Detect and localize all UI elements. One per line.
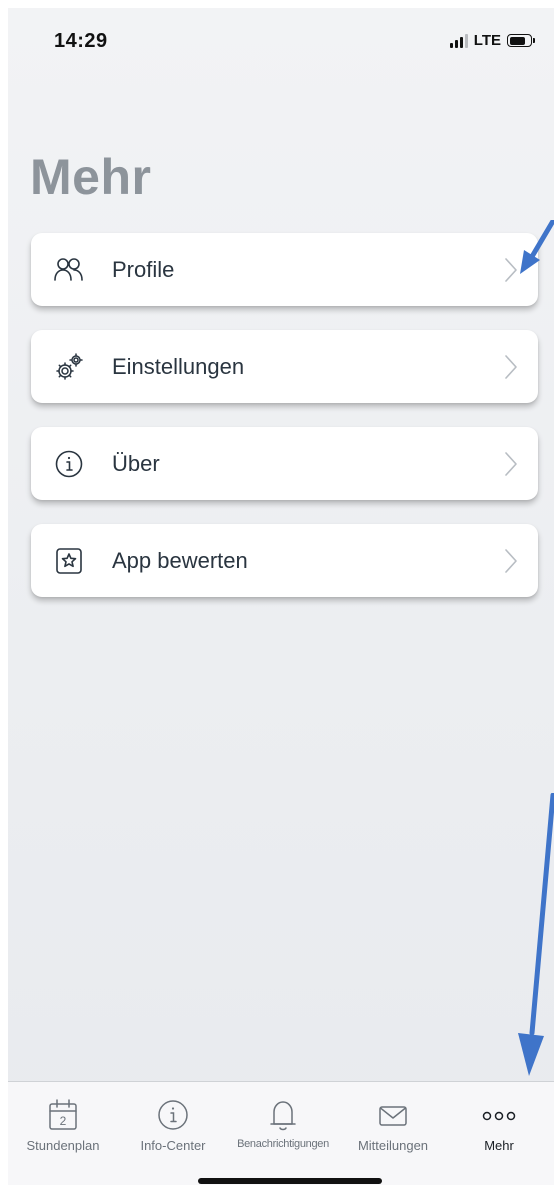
network-type: LTE xyxy=(473,32,501,49)
tab-label: Stundenplan xyxy=(26,1138,100,1153)
page-title: Mehr xyxy=(30,149,152,205)
menu-item-label: App bewerten xyxy=(112,547,248,573)
tab-label: Mehr xyxy=(484,1138,514,1153)
mail-icon xyxy=(379,1106,407,1126)
signal-strength-icon xyxy=(449,33,468,48)
calendar-day: 2 xyxy=(60,1114,67,1128)
menu-item-label: Einstellungen xyxy=(112,353,245,379)
bell-icon xyxy=(270,1101,296,1131)
more-menu-list: Profile Einstellungen Über App bewerten xyxy=(31,233,538,621)
battery-icon xyxy=(507,34,535,47)
calendar-icon: 2 xyxy=(49,1099,77,1130)
tab-benachrichtigungen[interactable]: Benachrichtigungen xyxy=(228,1098,338,1150)
menu-item-profile[interactable]: Profile xyxy=(31,233,538,306)
chevron-right-icon xyxy=(505,257,517,282)
tab-label: Info-Center xyxy=(140,1138,206,1153)
tab-mitteilungen[interactable]: Mitteilungen xyxy=(338,1098,448,1153)
menu-item-settings[interactable]: Einstellungen xyxy=(31,330,538,403)
info-icon xyxy=(53,448,85,480)
status-bar: 14:29 LTE xyxy=(8,8,554,78)
status-time: 14:29 xyxy=(54,30,108,52)
chevron-right-icon xyxy=(505,354,517,379)
more-dots-icon xyxy=(482,1111,516,1121)
tab-info-center[interactable]: Info-Center xyxy=(118,1098,228,1153)
chevron-right-icon xyxy=(505,451,517,476)
menu-item-label: Über xyxy=(112,450,160,476)
tab-label: Mitteilungen xyxy=(357,1138,429,1153)
chevron-right-icon xyxy=(505,548,517,573)
menu-item-label: Profile xyxy=(112,256,175,282)
tab-mehr[interactable]: Mehr xyxy=(444,1098,554,1153)
tab-bar: 2 Stundenplan Info-Center Benachrichtigu… xyxy=(8,1081,554,1185)
star-rating-icon xyxy=(53,545,85,577)
tab-label: Benachrichtigungen xyxy=(237,1138,329,1150)
profiles-icon xyxy=(53,254,85,286)
menu-item-rate-app[interactable]: App bewerten xyxy=(31,524,538,597)
annotation-arrow-more-tab xyxy=(518,793,554,1076)
menu-item-about[interactable]: Über xyxy=(31,427,538,500)
app-screen: 14:29 LTE Mehr Profile Einstellungen Übe… xyxy=(8,8,554,1185)
status-indicators: LTE xyxy=(449,32,535,49)
info-icon xyxy=(158,1100,188,1130)
tab-stundenplan[interactable]: 2 Stundenplan xyxy=(8,1098,118,1153)
settings-gears-icon xyxy=(53,351,85,383)
home-indicator xyxy=(198,1178,382,1184)
